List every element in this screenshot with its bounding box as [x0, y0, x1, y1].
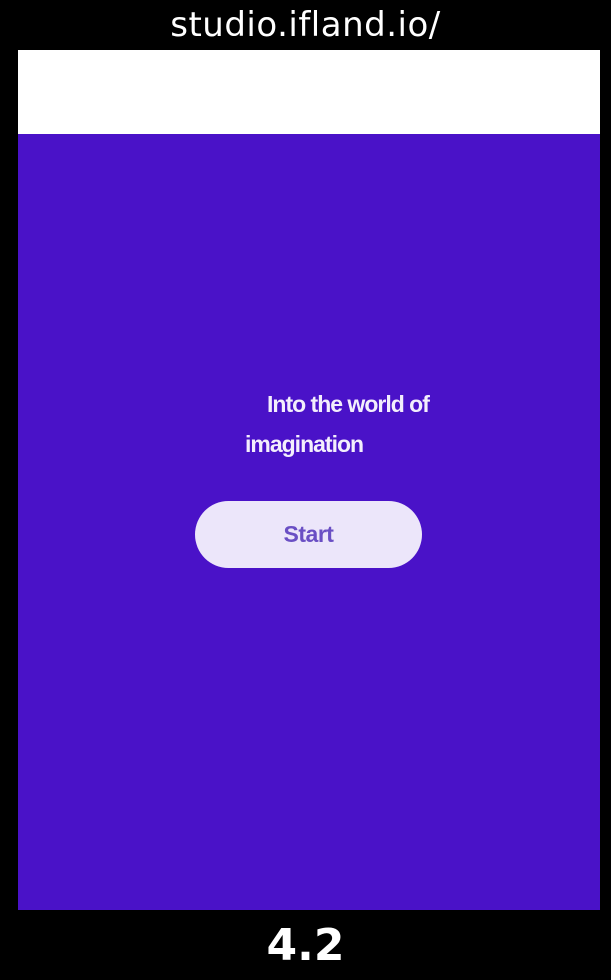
tagline-line-1: Into the world of: [267, 391, 430, 417]
url-caption: studio.ifland.io/: [170, 5, 441, 45]
top-bar: [18, 50, 600, 134]
speed-caption: 4.2: [266, 919, 345, 971]
start-button[interactable]: Start: [195, 501, 422, 568]
hero-section: Into the world of imagination Start: [18, 134, 600, 910]
tagline-line-2: imagination: [245, 431, 364, 457]
phone-screen: Into the world of imagination Start: [18, 50, 600, 910]
video-frame: studio.ifland.io/ Into the world of imag…: [0, 0, 611, 980]
